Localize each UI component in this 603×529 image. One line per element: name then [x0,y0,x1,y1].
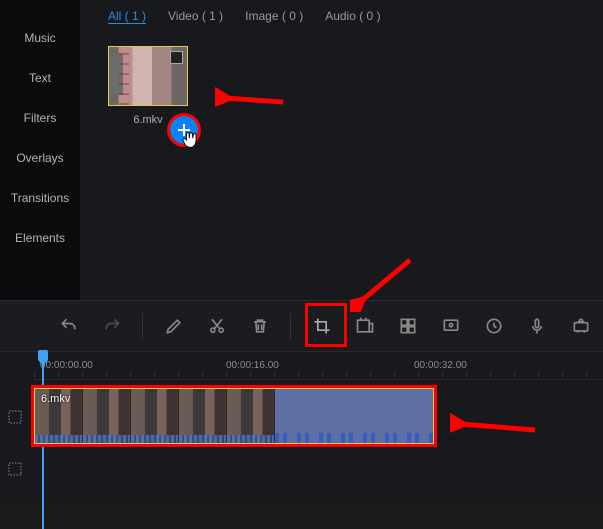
sidebar-item-text[interactable]: Text [0,58,80,98]
edit-icon[interactable] [161,313,186,339]
redo-icon[interactable] [99,313,124,339]
select-checkbox-icon[interactable] [170,51,183,64]
clip-filename: 6.mkv [41,393,70,405]
sidebar-item-label: Text [29,71,51,85]
media-panel: All ( 1 ) Video ( 1 ) Image ( 0 ) Audio … [80,0,603,300]
speed-icon[interactable] [353,313,378,339]
ruler-mark: 00:00:32.00 [414,360,467,371]
tab-image[interactable]: Image ( 0 ) [245,9,303,23]
sidebar-item-elements[interactable]: Elements [0,218,80,258]
video-track-icon[interactable] [4,406,26,428]
sidebar-item-label: Transitions [11,191,69,205]
color-tuning-icon[interactable] [396,313,421,339]
crop-icon[interactable] [309,313,334,339]
media-thumb-image [108,46,188,106]
sidebar-item-transitions[interactable]: Transitions [0,178,80,218]
sidebar-item-music[interactable]: Music [0,18,80,58]
media-thumb[interactable]: 6.mkv [108,46,188,126]
delete-icon[interactable] [247,313,272,339]
sidebar-item-label: Filters [24,111,57,125]
undo-icon[interactable] [56,313,81,339]
tab-video[interactable]: Video ( 1 ) [168,9,223,23]
effects-icon[interactable] [482,313,507,339]
sidebar-item-filters[interactable]: Filters [0,98,80,138]
cut-icon[interactable] [204,313,229,339]
timeline-clip[interactable]: 6.mkv [34,388,434,444]
sidebar-item-label: Overlays [16,151,63,165]
separator [142,313,143,339]
timeline-toolbar [0,300,603,352]
separator [290,313,291,339]
sidebar-item-label: Elements [15,231,65,245]
tab-audio[interactable]: Audio ( 0 ) [325,9,380,23]
camera-icon[interactable] [568,313,593,339]
ruler-mark: 00:00:16.00 [226,360,279,371]
add-to-timeline-button[interactable] [170,116,198,144]
green-screen-icon[interactable] [439,313,464,339]
audio-track-icon[interactable] [4,458,26,480]
media-tabs: All ( 1 ) Video ( 1 ) Image ( 0 ) Audio … [108,2,603,30]
sidebar-item-label: Music [24,31,55,45]
timeline: 00:00:00.00 00:00:16.00 00:00:32.00 6.mk… [0,352,603,502]
sidebar: Music Text Filters Overlays Transitions … [0,0,80,300]
sidebar-item-overlays[interactable]: Overlays [0,138,80,178]
voiceover-icon[interactable] [525,313,550,339]
timeline-ruler[interactable]: 00:00:00.00 00:00:16.00 00:00:32.00 [34,352,603,380]
tab-all[interactable]: All ( 1 ) [108,9,146,24]
